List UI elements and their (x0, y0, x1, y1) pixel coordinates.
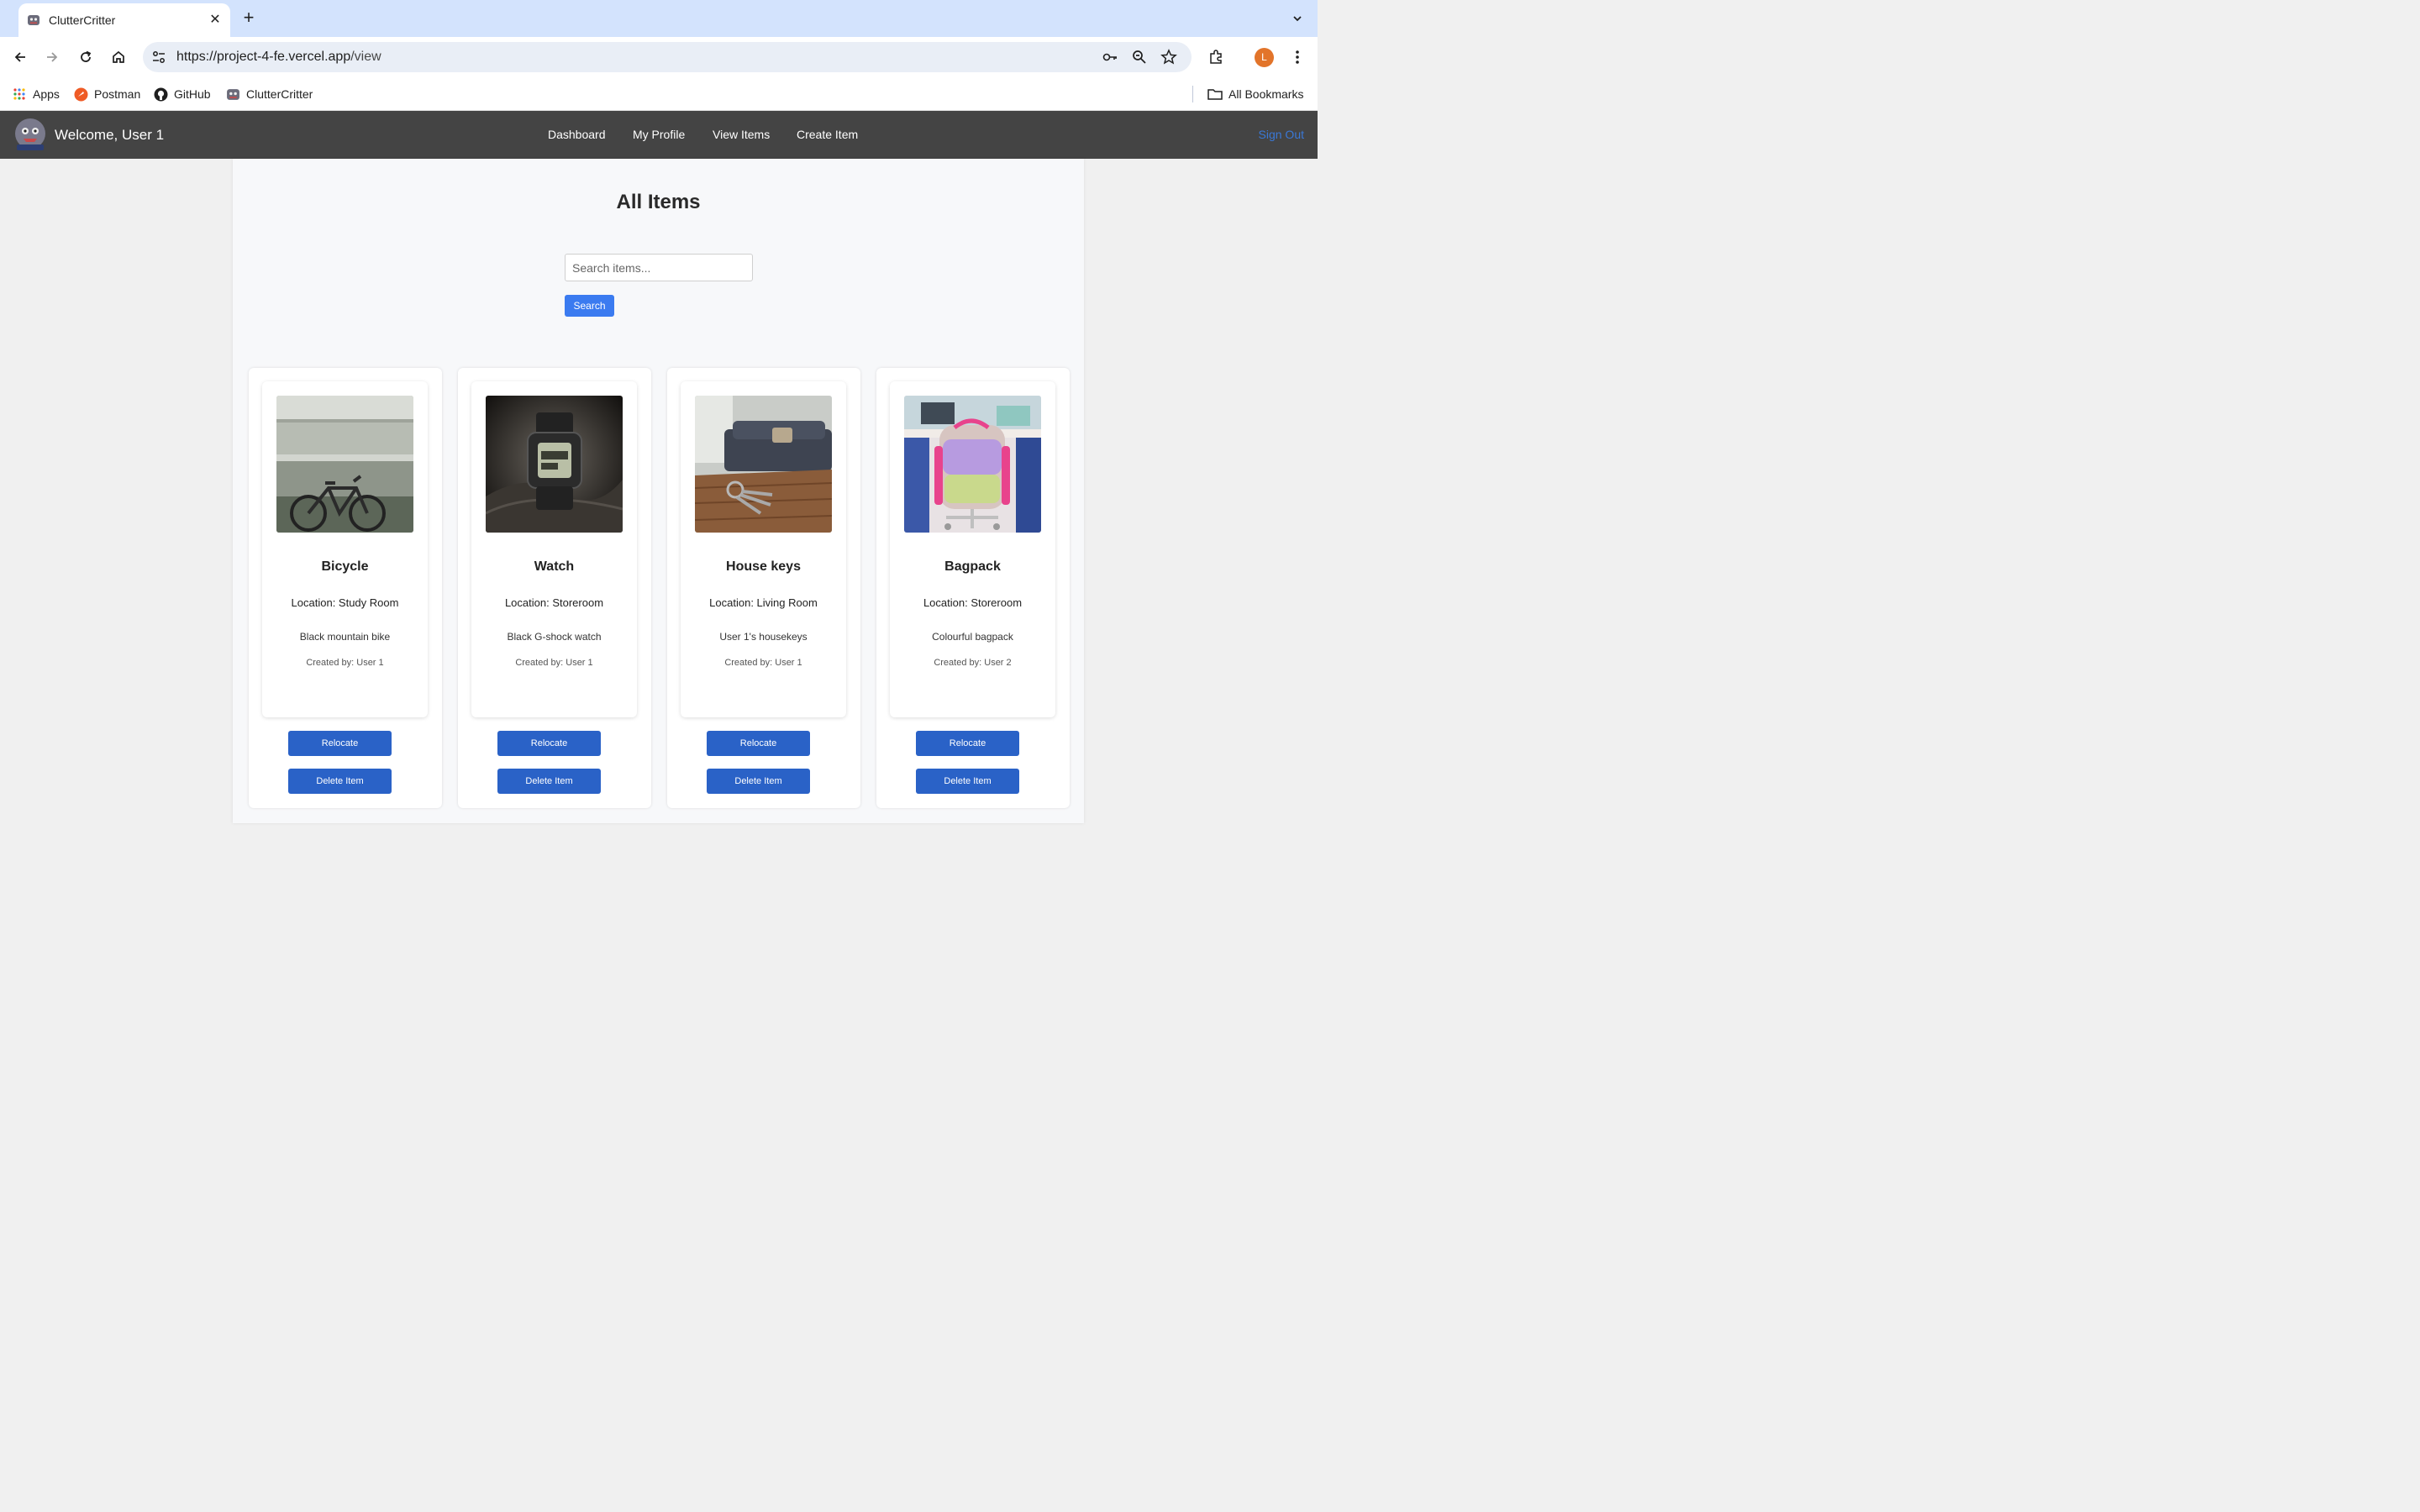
item-card: House keys Location: Living Room User 1'… (667, 368, 860, 808)
folder-icon (1207, 87, 1223, 102)
github-icon (153, 87, 168, 102)
relocate-button[interactable]: Relocate (916, 731, 1019, 756)
url-text[interactable]: https://project-4-fe.vercel.app/view (176, 50, 381, 65)
item-image-house-keys (695, 396, 832, 533)
main-content: All Items Search Bicycle Location: Study (233, 159, 1084, 823)
item-location: Location: Study Room (291, 596, 399, 609)
tab-title: ClutterCritter (49, 13, 116, 27)
bookmarks-bar: Apps Postman GitHub ClutterCritter All B… (0, 77, 1318, 111)
delete-item-button[interactable]: Delete Item (916, 769, 1019, 794)
item-name: House keys (726, 559, 801, 574)
forward-icon[interactable] (42, 47, 62, 67)
item-details: Bicycle Location: Study Room Black mount… (262, 381, 428, 717)
nav-create-item[interactable]: Create Item (797, 128, 858, 141)
item-description: Black G-shock watch (507, 631, 602, 643)
profile-avatar[interactable]: L (1255, 48, 1274, 67)
search-button[interactable]: Search (565, 295, 614, 317)
item-name: Watch (534, 559, 575, 574)
item-name: Bagpack (944, 559, 1001, 574)
bookmark-cluttercritter[interactable]: ClutterCritter (225, 87, 313, 102)
item-description: User 1's housekeys (719, 631, 808, 643)
delete-item-button[interactable]: Delete Item (288, 769, 392, 794)
app-navbar: Welcome, User 1 Dashboard My Profile Vie… (0, 111, 1318, 159)
item-description: Colourful bagpack (932, 631, 1013, 643)
back-icon[interactable] (10, 47, 30, 67)
extensions-icon[interactable] (1206, 47, 1226, 67)
bookmark-label: ClutterCritter (246, 87, 313, 101)
item-created-by: Created by: User 1 (306, 658, 384, 668)
zoom-icon[interactable] (1131, 49, 1148, 66)
bookmarks-divider (1192, 86, 1193, 102)
item-image-bagpack (904, 396, 1041, 533)
item-card: Bagpack Location: Storeroom Colourful ba… (876, 368, 1070, 808)
bookmark-label: Apps (33, 87, 60, 101)
nav-view-items[interactable]: View Items (713, 128, 770, 141)
browser-tab[interactable]: ClutterCritter ✕ (18, 3, 230, 37)
bookmark-label: GitHub (174, 87, 211, 101)
home-icon[interactable] (108, 47, 129, 67)
bookmark-label: Postman (94, 87, 141, 101)
item-location: Location: Storeroom (504, 596, 604, 609)
delete-item-button[interactable]: Delete Item (497, 769, 601, 794)
sign-out-link[interactable]: Sign Out (1259, 128, 1304, 141)
item-card: Watch Location: Storeroom Black G-shock … (458, 368, 651, 808)
relocate-button[interactable]: Relocate (707, 731, 810, 756)
item-details: House keys Location: Living Room User 1'… (681, 381, 846, 717)
menu-kebab-icon[interactable] (1287, 47, 1307, 67)
item-location: Location: Storeroom (923, 596, 1023, 609)
all-bookmarks[interactable]: All Bookmarks (1207, 87, 1303, 102)
address-bar[interactable]: https://project-4-fe.vercel.app/view (143, 42, 1192, 72)
page-title: All Items (616, 191, 701, 213)
bookmark-postman[interactable]: Postman (73, 87, 140, 102)
bookmark-github[interactable]: GitHub (153, 87, 211, 102)
cluttercritter-logo[interactable] (13, 117, 47, 152)
url-path: /view (350, 50, 381, 64)
welcome-text: Welcome, User 1 (55, 127, 165, 143)
bookmark-apps[interactable]: Apps (12, 87, 60, 102)
item-details: Watch Location: Storeroom Black G-shock … (471, 381, 637, 717)
chevron-down-icon[interactable] (1287, 8, 1307, 29)
item-created-by: Created by: User 1 (724, 658, 802, 668)
browser-tabstrip: ClutterCritter ✕ + (0, 0, 1318, 37)
cluttercritter-favicon-icon (28, 15, 39, 25)
search-input[interactable] (565, 254, 753, 281)
relocate-button[interactable]: Relocate (288, 731, 392, 756)
postman-icon (73, 87, 88, 102)
bookmark-star-icon[interactable] (1160, 49, 1177, 66)
item-details: Bagpack Location: Storeroom Colourful ba… (890, 381, 1055, 717)
all-bookmarks-label: All Bookmarks (1228, 87, 1304, 101)
nav-my-profile[interactable]: My Profile (633, 128, 685, 141)
password-key-icon[interactable] (1102, 49, 1118, 66)
item-location: Location: Living Room (709, 596, 818, 609)
item-description: Black mountain bike (299, 631, 391, 643)
nav-dashboard[interactable]: Dashboard (548, 128, 606, 141)
close-tab-icon[interactable]: ✕ (208, 13, 222, 27)
apps-grid-icon (12, 87, 27, 102)
url-host: https://project-4-fe.vercel.app (176, 50, 351, 64)
site-info-icon[interactable] (151, 50, 166, 65)
new-tab-icon[interactable]: + (239, 8, 259, 29)
relocate-button[interactable]: Relocate (497, 731, 601, 756)
item-card: Bicycle Location: Study Room Black mount… (249, 368, 442, 808)
item-image-watch (486, 396, 623, 533)
browser-toolbar: https://project-4-fe.vercel.app/view L (0, 37, 1318, 77)
item-created-by: Created by: User 2 (934, 658, 1012, 668)
reload-icon[interactable] (76, 47, 96, 67)
item-name: Bicycle (321, 559, 369, 574)
delete-item-button[interactable]: Delete Item (707, 769, 810, 794)
cluttercritter-icon (225, 87, 240, 102)
item-created-by: Created by: User 1 (515, 658, 593, 668)
item-image-bicycle (276, 396, 413, 533)
